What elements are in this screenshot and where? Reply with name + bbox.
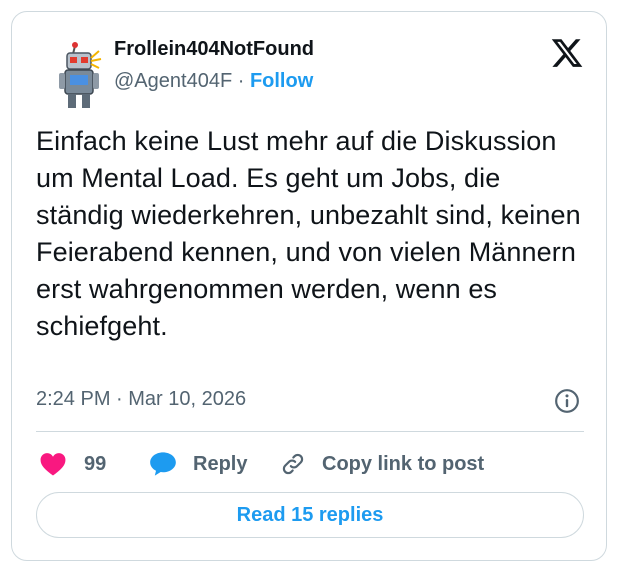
robot-avatar-icon (59, 42, 102, 108)
avatar[interactable] (53, 40, 105, 112)
like-button[interactable]: 99 (40, 448, 106, 480)
read-replies-button[interactable]: Read 15 replies (36, 492, 584, 538)
handle-separator: · (232, 70, 250, 92)
reply-label: Reply (193, 452, 248, 475)
reply-bubble-icon (150, 452, 176, 476)
link-icon (282, 453, 304, 475)
info-icon[interactable] (554, 388, 580, 414)
tweet-card: Frollein404NotFound @Agent404F · Follow … (11, 11, 607, 561)
copy-link-button[interactable]: Copy link to post (280, 448, 484, 480)
follow-link[interactable]: Follow (250, 70, 313, 92)
handle-row: @Agent404F · Follow (114, 70, 313, 93)
divider (36, 431, 584, 432)
x-logo-icon[interactable] (550, 36, 584, 70)
timestamp[interactable]: 2:24 PM · Mar 10, 2026 (36, 388, 246, 411)
copy-link-label: Copy link to post (322, 452, 485, 475)
heart-icon (40, 453, 66, 476)
like-count: 99 (84, 452, 107, 475)
display-name[interactable]: Frollein404NotFound (114, 38, 314, 61)
handle[interactable]: @Agent404F (114, 70, 232, 92)
reply-button[interactable]: Reply (149, 448, 247, 480)
tweet-text: Einfach keine Lust mehr auf die Diskussi… (36, 126, 581, 341)
